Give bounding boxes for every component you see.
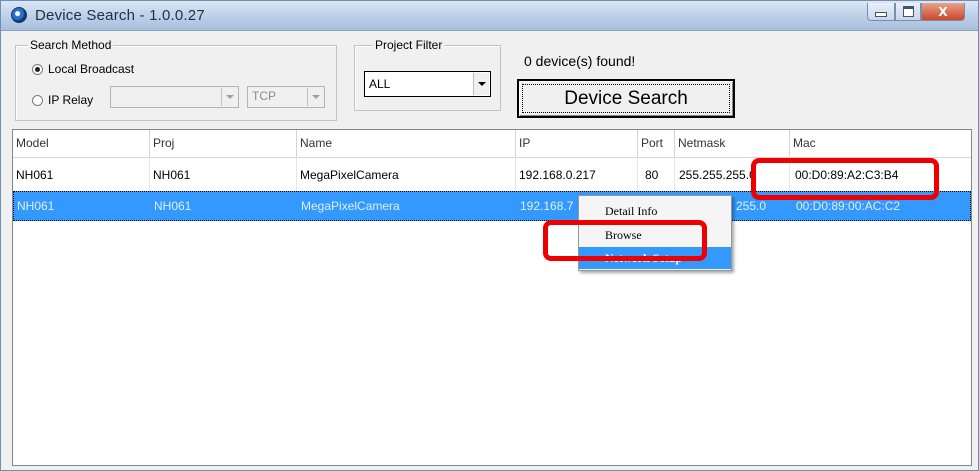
maximize-icon [902,6,914,17]
cell-name: MegaPixelCamera [300,168,399,182]
chevron-down-icon [477,82,486,86]
cell-proj: NH061 [154,199,192,213]
annotation-highlight-browse [543,220,707,261]
title-bar[interactable]: Device Search - 1.0.0.27 X [1,1,978,31]
devices-found-status: 0 device(s) found! [524,53,636,69]
menu-item-detail-info[interactable]: Detail Info [579,200,731,222]
column-header-proj[interactable]: Proj [150,130,297,157]
ip-relay-dropdown-button[interactable] [221,88,237,106]
ip-relay-label: IP Relay [48,93,94,107]
cell-port: 80 [645,168,659,182]
device-search-window: Device Search - 1.0.0.27 X Search Method… [0,0,979,471]
column-header-name[interactable]: Name [297,130,516,157]
minimize-icon [875,12,887,17]
column-header-port[interactable]: Port [638,130,675,157]
maximize-button[interactable] [895,3,921,21]
ip-relay-combo[interactable] [110,86,239,108]
search-method-legend: Search Method [28,38,114,52]
column-header-model[interactable]: Model [13,130,150,157]
project-filter-dropdown-button[interactable] [473,73,489,95]
column-header-mac[interactable]: Mac [790,130,971,157]
project-filter-value: ALL [369,77,391,91]
local-broadcast-radio[interactable]: Local Broadcast [32,62,134,76]
project-filter-group: Project Filter ALL [354,38,501,111]
cell-ip: 192.168.7 [520,199,574,213]
close-icon: X [938,4,948,19]
radio-unselected-icon [32,94,43,106]
app-icon [11,7,27,23]
column-header-ip[interactable]: IP [516,130,638,157]
cell-netmask: 255.0 [736,199,767,213]
cell-model: NH061 [16,168,54,182]
project-filter-combo[interactable]: ALL [364,71,491,97]
search-method-group: Search Method Local Broadcast IP Relay T… [15,38,337,121]
cell-netmask: 255.255.255.0 [679,168,756,182]
protocol-value: TCP [252,89,276,103]
list-header: Model Proj Name IP Port Netmask Mac [13,130,971,158]
cell-proj: NH061 [153,168,191,182]
protocol-dropdown-button[interactable] [307,88,323,106]
window-title: Device Search - 1.0.0.27 [35,7,205,24]
cell-mac: 00:D0:89:00:AC:C2 [796,199,901,213]
local-broadcast-label: Local Broadcast [48,62,135,76]
project-filter-legend: Project Filter [373,38,445,52]
protocol-combo[interactable]: TCP [247,86,325,108]
cell-ip: 192.168.0.217 [519,168,596,182]
device-search-button[interactable]: Device Search [517,79,735,118]
cell-model: NH061 [17,199,55,213]
annotation-highlight-mac [751,158,939,200]
chevron-down-icon [225,95,234,99]
menu-item-label: Detail Info [605,204,658,218]
close-button[interactable]: X [921,3,965,21]
chevron-down-icon [311,95,320,99]
radio-selected-icon [32,63,43,75]
minimize-button[interactable] [867,3,895,21]
focus-rectangle [522,84,730,113]
ip-relay-radio[interactable]: IP Relay [32,93,93,107]
cell-name: MegaPixelCamera [301,199,400,213]
column-header-netmask[interactable]: Netmask [675,130,790,157]
